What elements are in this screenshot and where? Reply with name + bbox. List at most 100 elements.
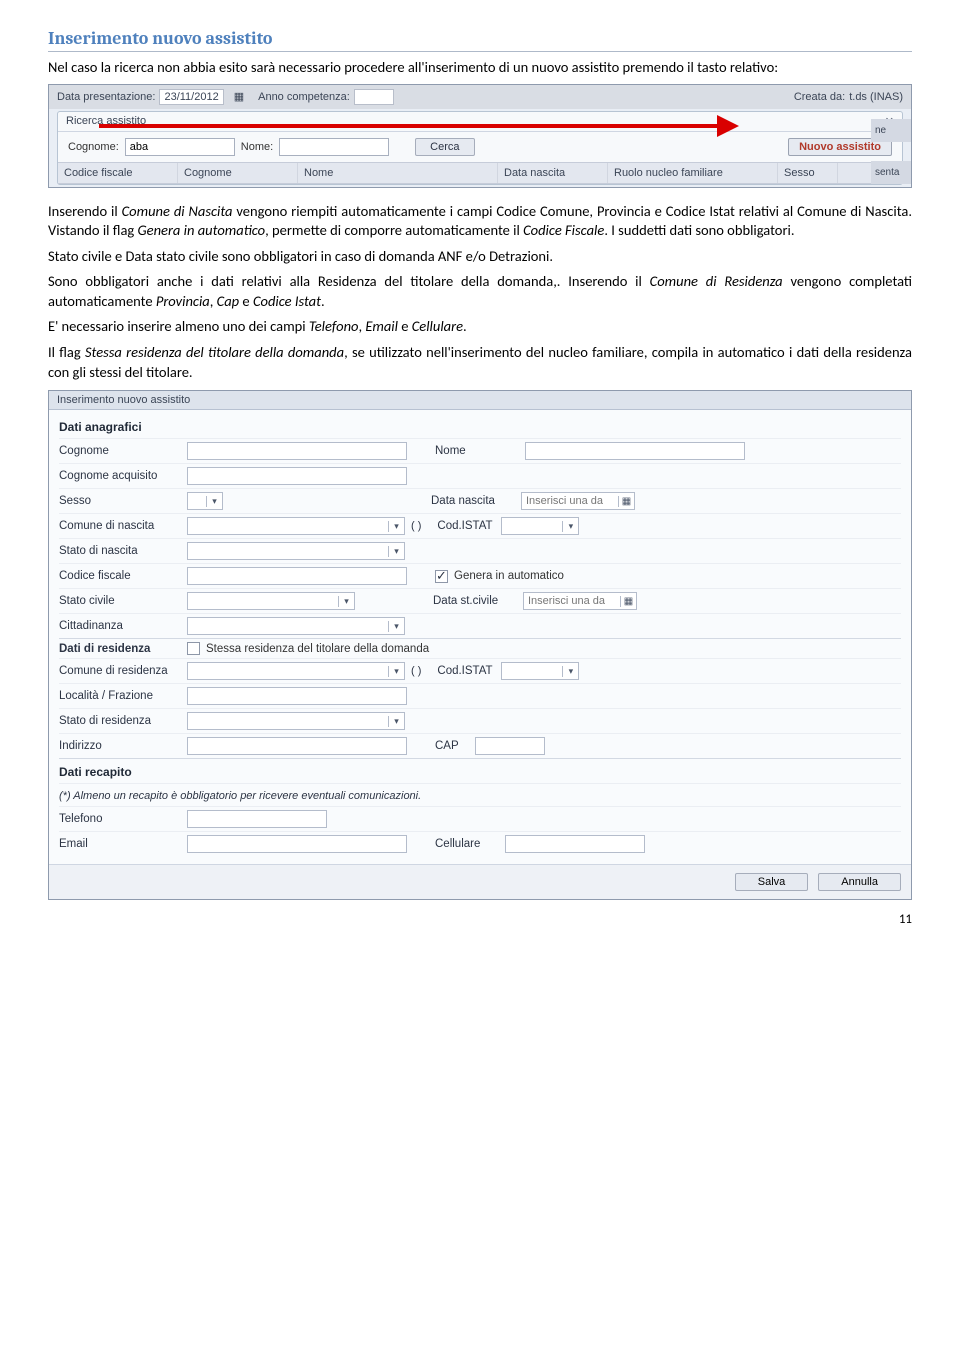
col-codice-fiscale: Codice fiscale [58,163,178,183]
stato-civile-select[interactable]: ▾ [187,592,355,610]
page-number: 11 [48,912,912,927]
comune-residenza-label: Comune di residenza [59,665,187,677]
calendar-icon: ▦ [620,596,636,607]
localita-label: Località / Frazione [59,690,187,702]
paragraph-6: Il flag Stessa residenza del titolare de… [48,343,912,382]
annulla-button[interactable]: Annulla [818,873,901,891]
data-st-civile-label: Data st.civile [433,595,523,607]
stato-civile-label: Stato civile [59,595,187,607]
col-data-nascita: Data nascita [498,163,608,183]
stato-nascita-select[interactable]: ▾ [187,542,405,560]
cropped-text-2: senta [871,161,911,184]
chevron-down-icon: ▾ [388,666,404,677]
group-dati-recapito: Dati recapito [59,758,901,783]
paragraph-3: Stato civile e Data stato civile sono ob… [48,247,912,267]
nome-input[interactable] [279,138,389,156]
cittadinanza-select[interactable]: ▾ [187,617,405,635]
cap-label: CAP [435,740,475,752]
localita-input[interactable] [187,687,407,705]
provincia-residenza-parentheses: ( ) [411,665,421,677]
creata-da-label: Creata da: [794,91,845,103]
stato-residenza-select[interactable]: ▾ [187,712,405,730]
cognome-input[interactable] [125,138,235,156]
genera-automatico-label: Genera in automatico [454,570,564,582]
sesso-label: Sesso [59,495,187,507]
paragraph-5: E' necessario inserire almeno uno dei ca… [48,317,912,337]
background-toolbar: Data presentazione: 23/11/2012 ▦ Anno co… [49,85,911,109]
screenshot-inserimento-form: Inserimento nuovo assistito Dati anagraf… [48,390,912,900]
col-sesso: Sesso [778,163,838,183]
stessa-residenza-checkbox[interactable] [187,642,200,655]
dialog-title: Ricerca assistito [66,115,146,127]
comune-nascita-label: Comune di nascita [59,520,187,532]
paragraph-1: Nel caso la ricerca non abbia esito sarà… [48,58,912,78]
indirizzo-input[interactable] [187,737,407,755]
data-presentazione-value: 23/11/2012 [159,89,223,105]
salva-button[interactable]: Salva [735,873,809,891]
cellulare-label: Cellulare [435,838,505,850]
nome-label: Nome: [241,141,273,153]
stato-residenza-label: Stato di residenza [59,715,187,727]
cittadinanza-label: Cittadinanza [59,620,187,632]
section-heading: Inserimento nuovo assistito [48,28,912,52]
anno-competenza-label: Anno competenza: [258,91,350,103]
genera-automatico-checkbox[interactable] [435,570,448,583]
indirizzo-label: Indirizzo [59,740,187,752]
comune-nascita-select[interactable]: ▾ [187,517,405,535]
anno-competenza-value [354,89,394,105]
stato-nascita-label: Stato di nascita [59,545,187,557]
sesso-select[interactable]: ▾ [187,492,223,510]
paragraph-2: Inserendo il Comune di Nascita vengono r… [48,202,912,241]
screenshot-ricerca-assistito: Data presentazione: 23/11/2012 ▦ Anno co… [48,84,912,188]
cod-istat-res-label: Cod.ISTAT [437,665,501,677]
cropped-text-1: ne [871,119,911,142]
dialog-ricerca-assistito: Ricerca assistito ✕ Cognome: Nome: Cerca… [57,111,903,185]
telefono-label: Telefono [59,813,187,825]
cognome-input[interactable] [187,442,407,460]
chevron-down-icon: ▾ [388,546,404,557]
chevron-down-icon: ▾ [388,621,404,632]
creata-da-value: t.ds (INAS) [849,91,903,103]
data-st-civile-input[interactable]: Inserisci una da▦ [523,592,637,610]
chevron-down-icon: ▾ [562,666,578,677]
chevron-down-icon: ▾ [562,521,578,532]
chevron-down-icon: ▾ [388,521,404,532]
calendar-icon: ▦ [234,90,244,103]
window-title: Inserimento nuovo assistito [49,391,911,410]
email-label: Email [59,838,187,850]
recapito-note: (*) Almeno un recapito è obbligatorio pe… [59,783,901,806]
codice-fiscale-label: Codice fiscale [59,570,187,582]
cod-istat-res-select[interactable]: ▾ [501,662,579,680]
cap-input[interactable] [475,737,545,755]
cognome-acquisito-input[interactable] [187,467,407,485]
email-input[interactable] [187,835,407,853]
calendar-icon: ▦ [618,496,634,507]
cognome-label: Cognome: [68,141,119,153]
comune-residenza-select[interactable]: ▾ [187,662,405,680]
group-dati-anagrafici: Dati anagrafici [59,414,901,438]
stessa-residenza-label: Stessa residenza del titolare della doma… [206,643,429,655]
nome-label: Nome [435,445,525,457]
group-dati-residenza: Dati di residenza [59,643,187,655]
paragraph-4: Sono obbligatori anche i dati relativi a… [48,272,912,311]
col-cognome: Cognome [178,163,298,183]
chevron-down-icon: ▾ [206,496,222,507]
cod-istat-select[interactable]: ▾ [501,517,579,535]
cerca-button[interactable]: Cerca [415,138,474,156]
codice-fiscale-input[interactable] [187,567,407,585]
chevron-down-icon: ▾ [338,596,354,607]
col-nome: Nome [298,163,498,183]
provincia-parentheses: ( ) [411,520,421,532]
nome-input[interactable] [525,442,745,460]
col-ruolo-nucleo: Ruolo nucleo familiare [608,163,778,183]
data-nascita-input[interactable]: Inserisci una da▦ [521,492,635,510]
results-table-header: Codice fiscale Cognome Nome Data nascita… [58,162,902,184]
cellulare-input[interactable] [505,835,645,853]
cognome-label: Cognome [59,445,187,457]
telefono-input[interactable] [187,810,327,828]
cognome-acquisito-label: Cognome acquisito [59,470,187,482]
cod-istat-label: Cod.ISTAT [437,520,501,532]
data-presentazione-label: Data presentazione: [57,91,155,103]
chevron-down-icon: ▾ [388,716,404,727]
data-nascita-label: Data nascita [431,495,521,507]
